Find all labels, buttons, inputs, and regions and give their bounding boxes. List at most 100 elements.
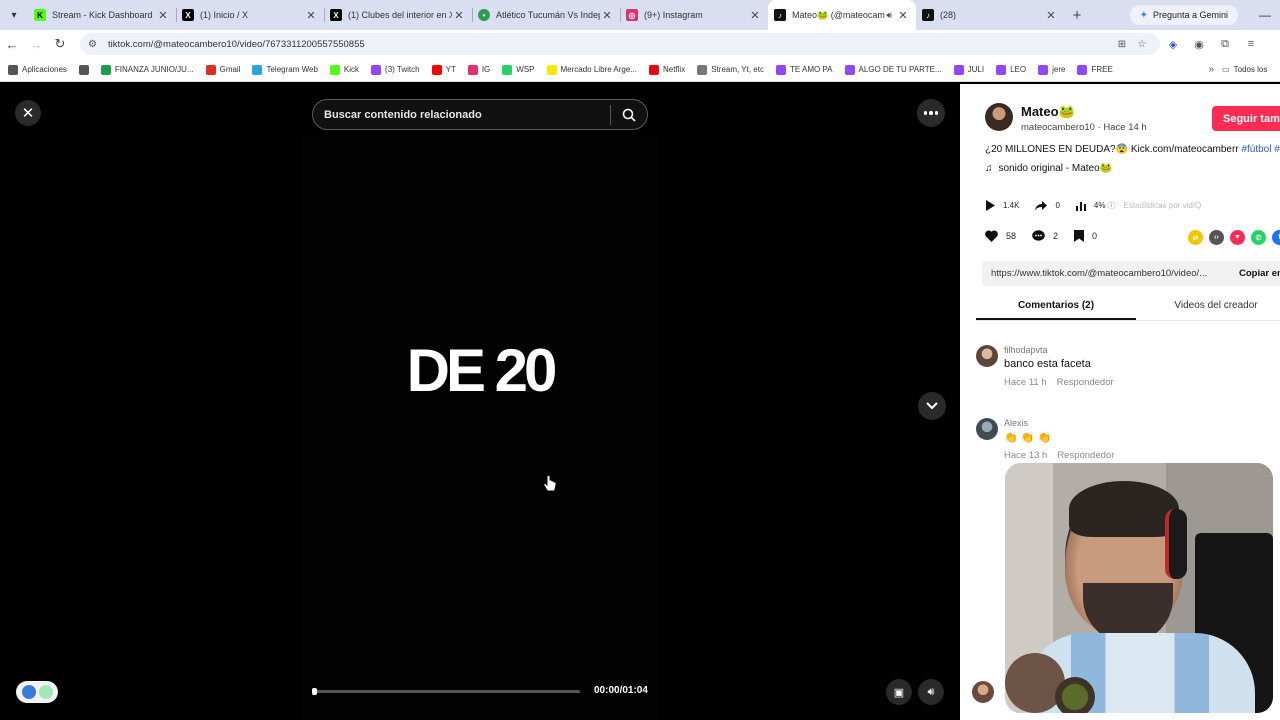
bookmark-item[interactable]: LEO [996, 64, 1026, 75]
current-user-avatar[interactable] [972, 681, 994, 703]
tab-creator-videos[interactable]: Videos del creador [1136, 297, 1280, 320]
progress-knob[interactable] [312, 688, 317, 695]
picture-in-picture-button[interactable]: ▣ [886, 679, 912, 705]
volume-button[interactable]: 🔊︎ [918, 679, 944, 705]
tab-close-icon[interactable]: ✕ [748, 9, 762, 22]
facebook-icon[interactable]: f [1272, 230, 1280, 245]
bookmark-item[interactable]: YT [431, 64, 456, 75]
panel-tabs: Comentarios (2) Videos del creador [976, 297, 1280, 321]
bookmark-item[interactable]: Stream, Yt, etc [697, 64, 764, 75]
bookmark-item[interactable]: TE AMO PA [775, 64, 833, 75]
sound-link[interactable]: ♫ sonido original - Mateo🐸 [985, 163, 1112, 174]
tab-close-icon[interactable]: ✕ [1044, 9, 1058, 22]
follow-button[interactable]: Seguir también [1212, 106, 1280, 131]
bookmark-item[interactable]: FINANZA JUNIO/JU... [100, 64, 194, 75]
commenter-name[interactable]: Alexis [1004, 418, 1028, 428]
copy-link-button[interactable]: Copiar enlace [1229, 268, 1280, 279]
extension-floating-badge[interactable] [16, 681, 58, 703]
address-bar[interactable]: ⚙ tiktok.com/@mateocambero10/video/76733… [80, 33, 1160, 55]
bookmark-item[interactable] [78, 64, 89, 75]
send-to-friends-icon[interactable]: ▼ [1230, 230, 1245, 245]
bookmark-item[interactable]: Aplicaciones [8, 64, 67, 75]
video-player[interactable]: ✕ DE 20 00:00/01:04 ▣ 🔊︎ [0, 84, 960, 720]
bookmark-item[interactable]: Gmail [205, 64, 240, 75]
site-info-icon[interactable]: ⚙ [88, 39, 102, 50]
bookmarks-overflow-chevron-icon[interactable]: » [1208, 64, 1214, 75]
bookmark-item[interactable]: Telegram Web [252, 64, 318, 75]
tab-x-clubes[interactable]: X (1) Clubes del interior en X ✕ [324, 0, 472, 30]
video-link[interactable]: https://www.tiktok.com/@mateocambero10/v… [982, 268, 1229, 279]
tab-close-icon[interactable]: ✕ [896, 9, 910, 22]
bookmark-item[interactable]: (3) Twitch [371, 64, 420, 75]
search-button[interactable] [611, 100, 647, 129]
saves-stat[interactable]: 0 [1074, 230, 1097, 242]
tab-instagram[interactable]: ◎ (9+) Instagram ✕ [620, 0, 768, 30]
repost-icon[interactable]: ⇄ [1188, 230, 1203, 245]
video-frame[interactable] [302, 134, 658, 720]
bookmark-item[interactable]: JULI [953, 64, 984, 75]
hashtag-links[interactable]: #fútbol # [1241, 144, 1279, 155]
embed-code-icon[interactable]: ‹› [1209, 230, 1224, 245]
related-search-input[interactable] [313, 100, 610, 129]
bookmark-star-icon[interactable]: ☆ [1132, 39, 1152, 50]
bookmark-item[interactable]: IG [467, 64, 490, 75]
back-arrow-icon[interactable]: ← [0, 37, 24, 52]
window-minimize-icon[interactable]: — [1250, 8, 1280, 22]
speaker-icon[interactable]: 🔊︎ [886, 10, 892, 21]
related-search-box[interactable] [312, 99, 648, 130]
tab-title: Atlético Tucumán Vs Indep [496, 10, 600, 20]
info-icon[interactable]: ⓘ [1107, 200, 1115, 211]
reload-icon[interactable]: ↻ [48, 36, 72, 52]
tab-close-icon[interactable]: ✕ [304, 9, 318, 22]
tab-tiktok-28[interactable]: ♪ (28) ✕ [916, 0, 1064, 30]
tab-atletico[interactable]: • Atlético Tucumán Vs Indep ✕ [472, 0, 620, 30]
tab-kick-dashboard[interactable]: K Stream - Kick Dashboard ✕ [28, 0, 176, 30]
bookmark-favicon-icon [953, 64, 964, 75]
comment-meta: Hace 13 h Respondedor [1004, 450, 1114, 461]
likes-stat[interactable]: 58 [985, 230, 1016, 242]
close-video-button[interactable]: ✕ [15, 100, 41, 126]
tab-tiktok-mateo[interactable]: ♪ Mateo🐸 (@mateocam 🔊︎ ✕ [768, 0, 916, 30]
video-progress-bar[interactable] [312, 688, 580, 695]
tab-close-icon[interactable]: ✕ [156, 9, 170, 22]
whatsapp-icon[interactable]: ✆ [1251, 230, 1266, 245]
next-video-button[interactable] [918, 392, 946, 420]
tab-title: (1) Clubes del interior en X [348, 10, 452, 20]
bookmark-item[interactable]: Kick [329, 64, 359, 75]
reply-link[interactable]: Respondedor [1057, 377, 1114, 388]
translate-icon[interactable]: ⊞ [1112, 39, 1132, 50]
reply-link[interactable]: Respondedor [1057, 450, 1114, 461]
comments-stat[interactable]: 2 [1032, 230, 1058, 242]
comments-count: 2 [1053, 231, 1059, 241]
bookmark-item[interactable]: FREE [1077, 64, 1113, 75]
commenter-avatar[interactable] [976, 418, 998, 440]
tab-x-inicio[interactable]: X (1) Inicio / X ✕ [176, 0, 324, 30]
commenter-avatar[interactable] [976, 345, 998, 367]
extensions-puzzle-icon[interactable]: ⧉ [1212, 38, 1238, 51]
menu-icon[interactable]: ≡ [1238, 38, 1264, 50]
more-options-button[interactable] [917, 99, 945, 127]
commenter-name[interactable]: filhodapvta [1004, 345, 1048, 355]
author-name[interactable]: Mateo🐸 [1021, 104, 1075, 120]
all-bookmarks-folder[interactable]: ▭ Todos los [1222, 65, 1280, 74]
author-avatar[interactable] [985, 103, 1013, 131]
tab-search-chevron-icon[interactable]: ▾ [0, 0, 28, 30]
url-text[interactable]: tiktok.com/@mateocambero10/video/7673311… [108, 39, 1112, 50]
bookmark-item[interactable]: jere [1038, 64, 1065, 75]
bookmark-item[interactable]: WSP [502, 64, 535, 75]
engagement-rate: 4% [1093, 201, 1106, 210]
new-tab-plus-icon[interactable]: + [1064, 7, 1090, 24]
bookmark-item[interactable]: Mercado Libre Arge... [546, 64, 637, 75]
shares-count: 0 [1055, 201, 1060, 210]
tab-close-icon[interactable]: ✕ [452, 9, 466, 22]
bookmark-item[interactable]: Netflix [648, 64, 685, 75]
extension-vidiq-icon[interactable]: ◈ [1160, 38, 1186, 51]
pip-icon: ▣ [893, 686, 905, 699]
forward-arrow-icon[interactable]: → [24, 37, 48, 52]
bookmark-label: FINANZA JUNIO/JU... [114, 65, 194, 74]
gemini-button[interactable]: ✦ Pregunta a Gemini [1129, 5, 1238, 25]
extension-color-icon[interactable]: ◉ [1186, 38, 1212, 51]
tab-comments[interactable]: Comentarios (2) [976, 297, 1136, 320]
tab-close-icon[interactable]: ✕ [600, 9, 614, 22]
bookmark-item[interactable]: ALGO DE TU PARTE... [844, 64, 942, 75]
